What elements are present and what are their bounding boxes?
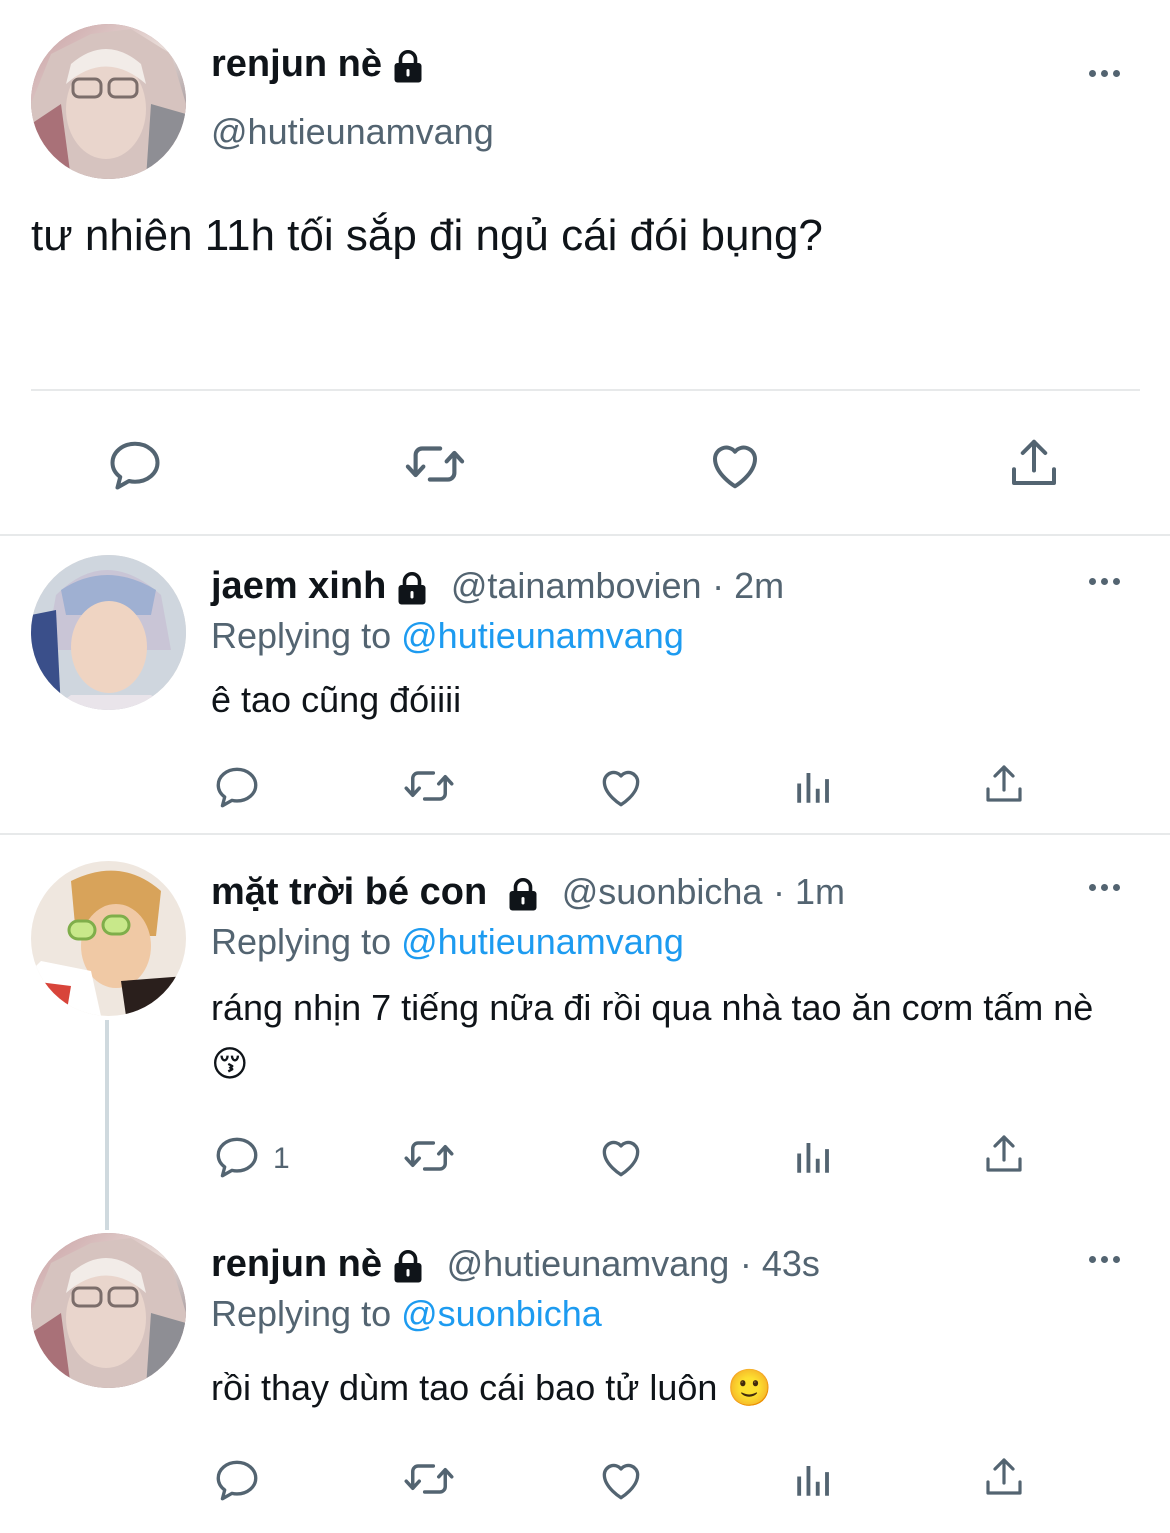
handle[interactable]: @suonbicha [562,871,763,912]
share-icon[interactable] [980,1453,1028,1501]
lock-icon [390,48,426,84]
more-icon[interactable] [1089,578,1120,585]
avatar[interactable] [31,24,186,179]
reply-icon[interactable] [212,1132,262,1182]
handle[interactable]: @hutieunamvang [447,1243,730,1284]
lock-icon [390,1248,426,1284]
handle[interactable]: @tainambovien [451,565,702,606]
share-icon[interactable] [980,1130,1028,1178]
retweet-icon[interactable] [400,760,458,812]
analytics-icon[interactable] [792,1136,834,1178]
reply-icon[interactable] [105,435,165,495]
replying-to-link[interactable]: @suonbicha [401,1293,602,1334]
display-name[interactable]: mặt trời bé con [211,871,487,913]
more-icon[interactable] [1089,1256,1120,1263]
analytics-icon[interactable] [792,1459,834,1501]
share-icon[interactable] [1004,433,1064,493]
reply-count: 1 [273,1142,290,1175]
timestamp[interactable]: · 1m [773,871,845,912]
like-icon[interactable] [595,1132,647,1182]
tweet-text: tư nhiên 11h tối sắp đi ngủ cái đói bụng… [31,211,823,260]
separator [31,389,1140,391]
like-icon[interactable] [704,435,766,495]
thread-line [105,1020,109,1230]
divider [0,534,1170,536]
replying-to-link[interactable]: @hutieunamvang [401,921,684,962]
replying-to-link[interactable]: @hutieunamvang [401,615,684,656]
retweet-icon[interactable] [400,1453,458,1505]
analytics-icon[interactable] [792,766,834,808]
reply-icon[interactable] [212,1455,262,1505]
avatar[interactable] [31,861,186,1016]
timestamp[interactable]: · 2m [712,565,784,606]
like-icon[interactable] [595,1455,647,1505]
replying-label: Replying to [211,615,392,656]
timestamp[interactable]: · 43s [740,1243,820,1284]
handle[interactable]: @hutieunamvang [211,110,494,154]
replying-label: Replying to [211,921,392,962]
replying-label: Replying to [211,1293,392,1334]
avatar[interactable] [31,1233,186,1388]
display-name[interactable]: renjun nè [211,43,382,85]
share-icon[interactable] [980,760,1028,808]
lock-icon [394,570,430,606]
reply-text: ráng nhịn 7 tiếng nữa đi rồi qua nhà tao… [211,987,1094,1084]
retweet-icon[interactable] [400,1130,458,1182]
more-icon[interactable] [1089,884,1120,891]
avatar[interactable] [31,555,186,710]
divider [0,833,1170,835]
reply-text: rồi thay dùm tao cái bao tử luôn 🙂 [211,1367,773,1408]
like-icon[interactable] [595,762,647,812]
display-name[interactable]: renjun nè [211,1243,382,1285]
retweet-icon[interactable] [401,433,469,495]
display-name[interactable]: jaem xinh [211,565,386,607]
more-icon[interactable] [1089,70,1120,77]
lock-icon [505,876,541,912]
reply-icon[interactable] [212,762,262,812]
reply-text: ê tao cũng đóiiii [211,679,462,720]
